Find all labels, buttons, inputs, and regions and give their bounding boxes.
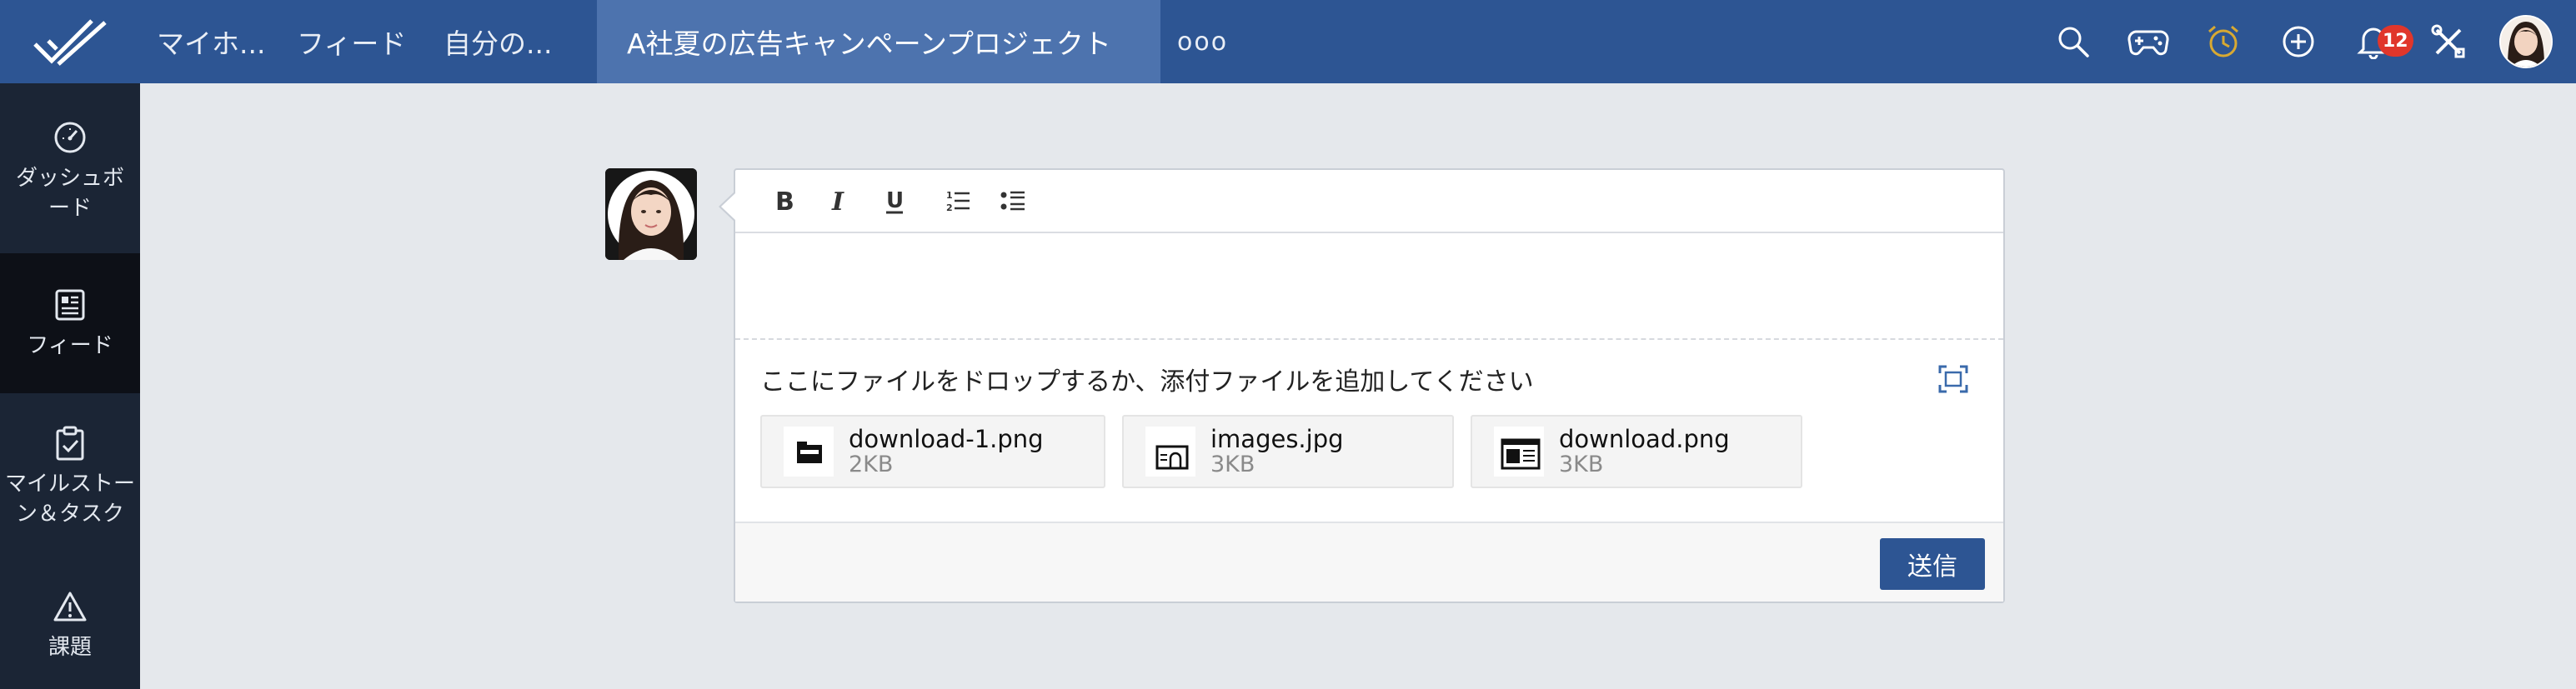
author-photo (605, 168, 697, 260)
bullet-list-icon (1000, 191, 1025, 211)
sidebar-item-label: 課題 (48, 634, 92, 660)
game-button[interactable] (2111, 0, 2186, 83)
ordered-list-icon: 1 2 (946, 190, 970, 213)
ordered-list-button[interactable]: 1 2 (930, 176, 985, 226)
left-sidebar: ダッシュボード フィード マイルストーン＆タスク 課題 (0, 83, 140, 689)
post-composer: B I U 1 2 ここにファイルをドロップするか、添付ファイルを追加してくださ… (734, 168, 2005, 603)
more-tabs-button[interactable]: ooo (1160, 27, 1228, 57)
search-button[interactable] (2036, 0, 2111, 83)
double-check-logo-icon (33, 19, 107, 66)
svg-text:I: I (831, 188, 844, 213)
expand-button[interactable] (1938, 365, 1968, 397)
formatting-toolbar: B I U 1 2 (735, 170, 2003, 233)
file-size: 3KB (1210, 452, 1255, 477)
bold-button[interactable]: B (757, 176, 812, 226)
tab-feed[interactable]: フィード (280, 0, 430, 83)
sidebar-item-feed[interactable]: フィード (0, 253, 140, 393)
file-size: 2KB (849, 452, 894, 477)
send-button[interactable]: 送信 (1880, 538, 1985, 590)
settings-tools-button[interactable] (2411, 0, 2486, 83)
sidebar-item-milestones-tasks[interactable]: マイルストーン＆タスク (0, 393, 140, 560)
dashboard-gauge-icon (53, 118, 88, 157)
top-navigation-bar: マイホ... フィード 自分の... A社夏の広告キャンペーンプロジェクト oo… (0, 0, 2576, 83)
sidebar-item-label: マイルストーン＆タスク (4, 472, 135, 527)
feed-icon (53, 286, 87, 324)
drop-instructions: ここにファイルをドロップするか、添付ファイルを追加してください (760, 367, 1534, 397)
tab-my-items[interactable]: 自分の... (430, 0, 597, 83)
attachment-item[interactable]: images.jpg 3KB (1122, 415, 1454, 488)
attachment-item[interactable]: download-1.png 2KB (760, 415, 1105, 488)
alarm-clock-icon (2208, 25, 2238, 57)
file-thumbnail (1479, 422, 1559, 482)
search-icon (2058, 27, 2089, 57)
add-icon (2283, 26, 2314, 57)
image-file-thumbnail-icon (784, 427, 834, 477)
bold-icon: B (775, 188, 794, 213)
game-controller-icon (2127, 30, 2169, 56)
notifications-button[interactable]: 12 (2336, 0, 2413, 83)
file-size: 3KB (1559, 452, 1604, 477)
file-thumbnail (769, 422, 849, 482)
svg-text:B: B (775, 188, 794, 213)
expand-icon (1938, 365, 1968, 393)
file-name: images.jpg (1210, 425, 1344, 453)
underline-icon: U (886, 188, 904, 214)
sidebar-item-dashboard[interactable]: ダッシュボード (0, 83, 140, 253)
clipboard-check-icon (53, 424, 87, 462)
svg-text:1: 1 (946, 190, 953, 201)
file-info: download-1.png 2KB (849, 426, 1044, 477)
composer-pointer-inner (721, 193, 735, 220)
top-actions: 12 (2036, 0, 2576, 83)
file-info: download.png 3KB (1559, 426, 1730, 477)
sidebar-item-label: フィード (27, 333, 113, 358)
underline-button[interactable]: U (867, 176, 922, 226)
image-file-thumbnail-icon (1494, 427, 1544, 477)
post-text-editor[interactable] (735, 233, 2003, 340)
attachment-item[interactable]: download.png 3KB (1471, 415, 1802, 488)
composer-footer: 送信 (735, 522, 2003, 602)
sidebar-item-label: ダッシュボード (15, 166, 124, 221)
file-name: download-1.png (849, 425, 1044, 453)
bullet-list-button[interactable] (985, 176, 1040, 226)
attachment-list: download-1.png 2KB images.jpg 3KB downlo… (760, 415, 1978, 488)
file-thumbnail (1130, 422, 1210, 482)
italic-icon: I (831, 188, 844, 213)
sidebar-item-issues[interactable]: 課題 (0, 560, 140, 689)
project-tabs: マイホ... フィード 自分の... A社夏の広告キャンペーンプロジェクト oo… (140, 0, 1228, 83)
tools-icon (2431, 24, 2465, 58)
tab-project[interactable]: A社夏の広告キャンペーンプロジェクト (597, 0, 1160, 83)
app-logo[interactable] (0, 0, 140, 83)
italic-button[interactable]: I (812, 176, 867, 226)
tab-my-home[interactable]: マイホ... (140, 0, 280, 83)
notification-count-badge: 12 (2378, 25, 2413, 57)
add-button[interactable] (2261, 0, 2336, 83)
warning-icon (53, 587, 88, 626)
author-avatar (605, 168, 697, 260)
svg-text:U: U (886, 188, 904, 213)
svg-text:2: 2 (946, 202, 953, 213)
image-file-thumbnail-icon (1145, 427, 1195, 477)
file-info: images.jpg 3KB (1210, 426, 1344, 477)
file-name: download.png (1559, 425, 1730, 453)
timer-button[interactable] (2186, 0, 2261, 83)
user-avatar[interactable] (2499, 15, 2553, 68)
user-photo (2501, 17, 2551, 67)
file-drop-zone[interactable]: ここにファイルをドロップするか、添付ファイルを追加してください download… (735, 340, 2003, 523)
